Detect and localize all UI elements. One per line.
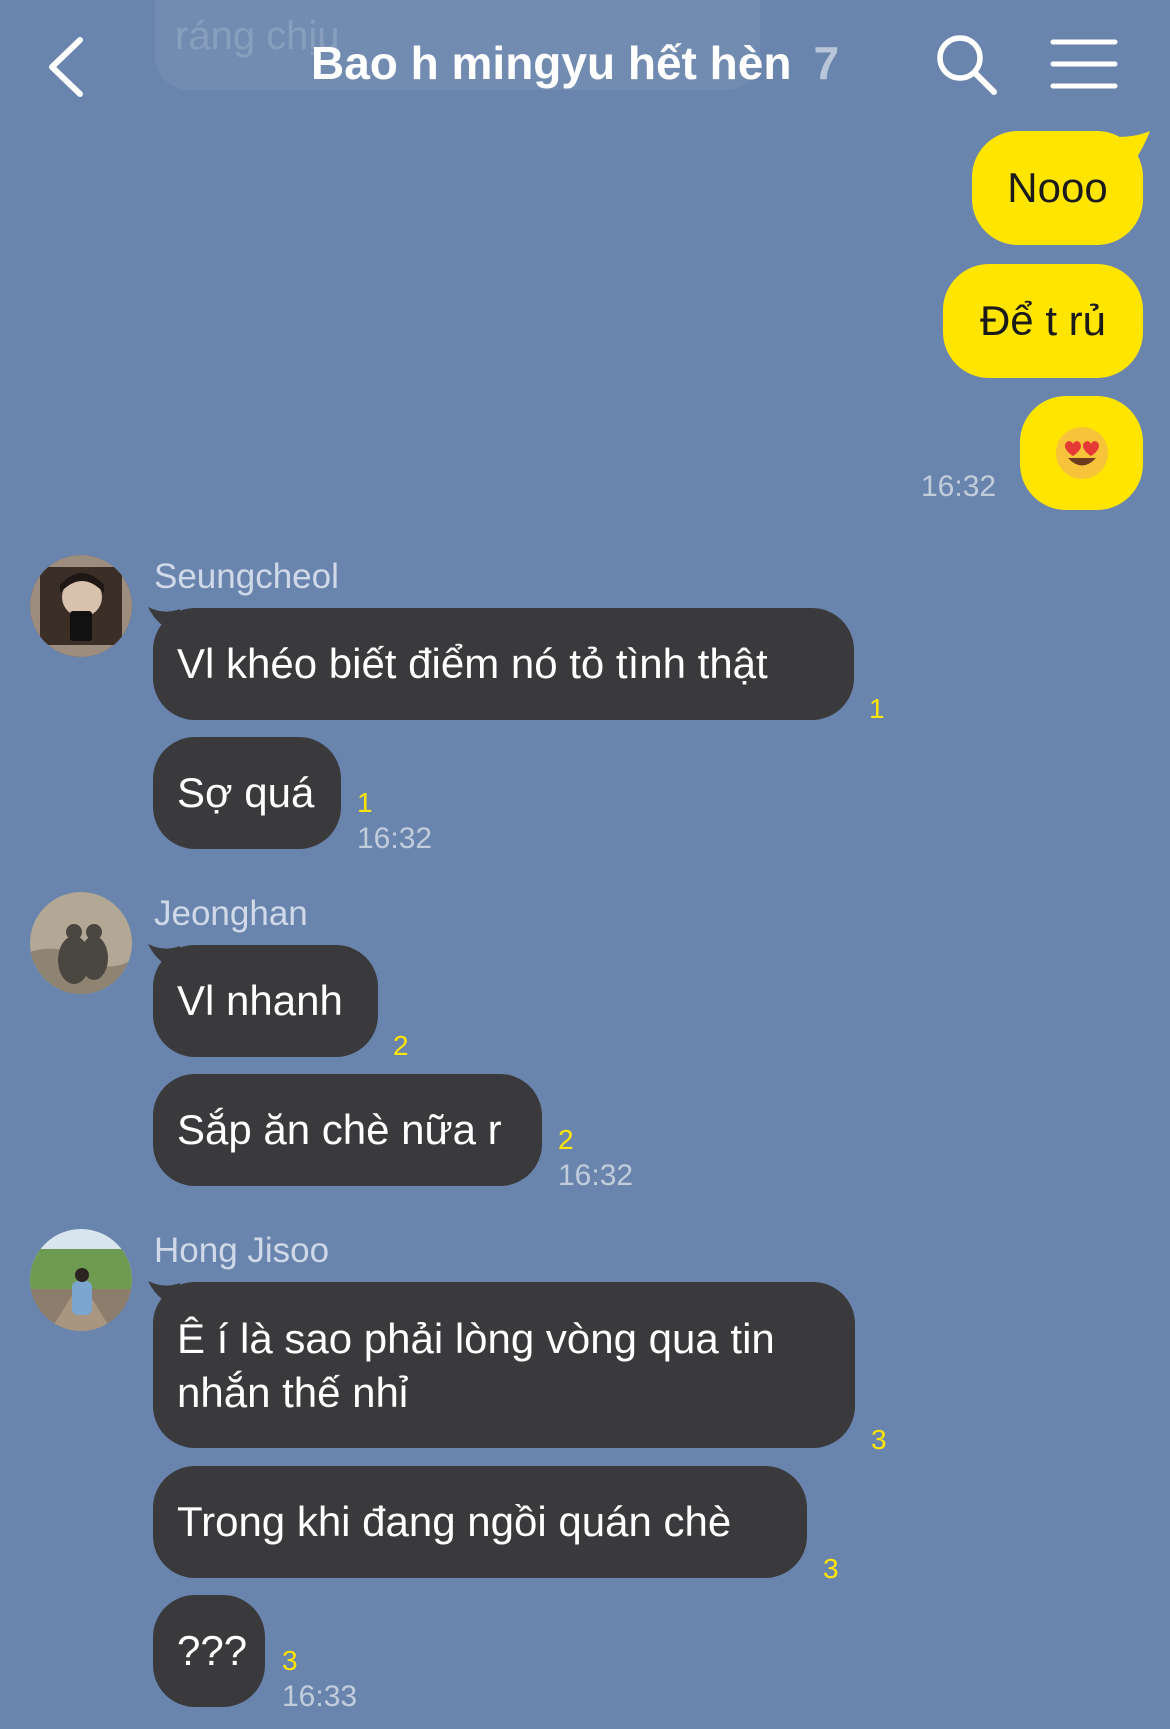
unread-count: 1 (869, 693, 885, 724)
sent-emoji-bubble[interactable] (1020, 396, 1143, 510)
search-button[interactable] (932, 30, 1002, 100)
profile-photo-icon (30, 892, 132, 994)
member-count: 7 (813, 37, 840, 89)
received-timestamp: 16:32 (357, 822, 433, 855)
unread-count: 2 (558, 1124, 574, 1155)
received-message-bubble[interactable]: Sợ quá (153, 737, 341, 849)
sender-name: Jeonghan (154, 894, 308, 933)
avatar-seungcheol[interactable] (30, 555, 132, 657)
sent-timestamp: 16:32 (921, 470, 997, 503)
menu-button[interactable] (1050, 36, 1118, 92)
avatar-hong-jisoo[interactable] (30, 1229, 132, 1331)
heart-eyes-emoji-icon (1055, 427, 1108, 479)
profile-photo-icon (30, 1229, 132, 1331)
received-timestamp: 16:33 (282, 1680, 358, 1713)
received-message-bubble[interactable]: Vl khéo biết điểm nó tỏ tình thật (153, 608, 854, 720)
profile-photo-icon (30, 555, 132, 657)
unread-count: 3 (823, 1553, 839, 1584)
received-message-bubble[interactable]: ??? (153, 1595, 265, 1707)
received-message-bubble[interactable]: Vl nhanh (153, 945, 378, 1057)
unread-count: 2 (393, 1030, 409, 1061)
received-message-bubble[interactable]: Trong khi đang ngồi quán chè (153, 1466, 807, 1578)
unread-count: 3 (282, 1645, 298, 1676)
sender-name: Hong Jisoo (154, 1231, 330, 1270)
received-timestamp: 16:32 (558, 1159, 634, 1192)
received-message-bubble[interactable]: Ê í là sao phải lòng vòng qua tin nhắn t… (153, 1282, 855, 1448)
unread-count: 3 (871, 1424, 887, 1455)
unread-count: 1 (357, 787, 373, 818)
search-icon (937, 35, 997, 95)
avatar-jeonghan[interactable] (30, 892, 132, 994)
hamburger-menu-icon (1050, 39, 1118, 89)
sent-message-bubble[interactable]: Nooo (972, 131, 1143, 245)
sent-message-bubble[interactable]: Để t rủ (943, 264, 1143, 378)
chat-title[interactable]: Bao h mingyu hết hèn (311, 37, 791, 89)
sender-name: Seungcheol (154, 557, 339, 596)
received-message-bubble[interactable]: Sắp ăn chè nữa r (153, 1074, 542, 1186)
